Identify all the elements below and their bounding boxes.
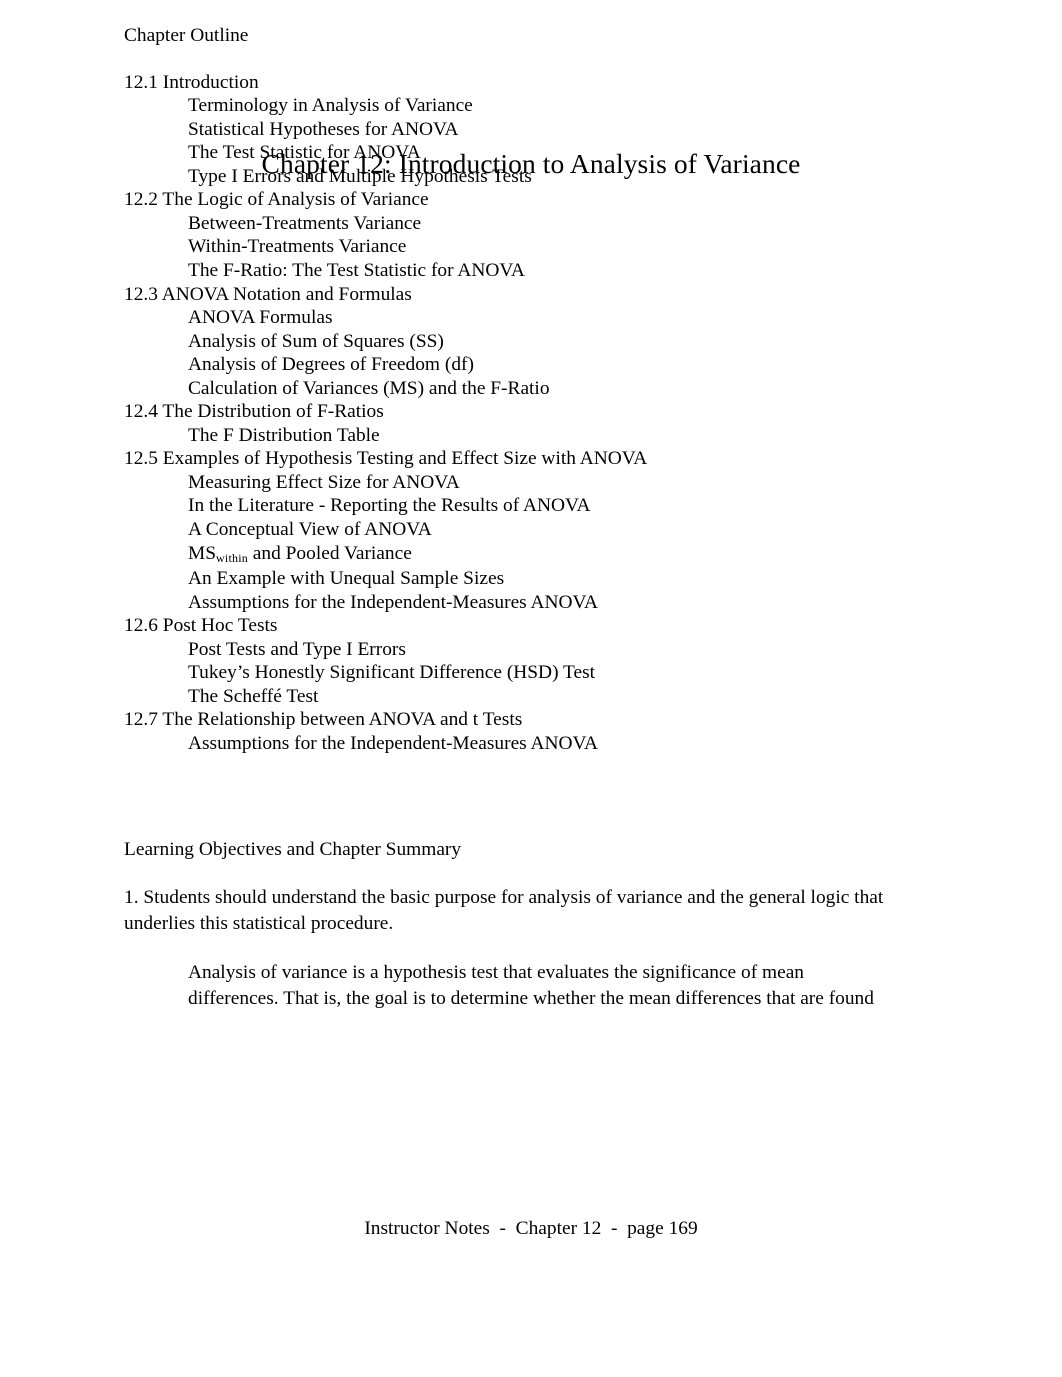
outline-item: Analysis of Sum of Squares (SS) bbox=[188, 330, 444, 352]
outline-item: An Example with Unequal Sample Sizes bbox=[188, 568, 505, 590]
outline-item: Between-Treatments Variance bbox=[188, 212, 422, 234]
outline-item: Terminology in Analysis of Variance bbox=[188, 95, 473, 117]
document-body: Chapter Outline 12.1 Introduction Termino… bbox=[124, 0, 938, 1011]
outline-item: Assumptions for the Independent-Measures… bbox=[188, 732, 599, 754]
outline-item: 12.1 Introduction bbox=[124, 71, 259, 93]
outline-item: 12.7 The Relationship between ANOVA and … bbox=[124, 709, 523, 731]
chapter-outline-list: 12.1 Introduction Terminology in Analysis… bbox=[124, 71, 938, 756]
outline-item: In the Literature - Reporting the Result… bbox=[188, 495, 591, 517]
outline-item: A Conceptual View of ANOVA bbox=[188, 519, 432, 541]
outline-item: ANOVA Formulas bbox=[188, 307, 333, 329]
outline-item: 12.3 ANOVA Notation and Formulas bbox=[124, 283, 412, 305]
objective-1-paragraph: 1. Students should understand the basic … bbox=[124, 887, 884, 934]
outline-item: Analysis of Degrees of Freedom (df) bbox=[188, 354, 474, 376]
outline-item: Measuring Effect Size for ANOVA bbox=[188, 471, 460, 493]
outline-item: Tukey’s Honestly Significant Difference … bbox=[188, 662, 596, 684]
chapter-outline-heading: Chapter Outline bbox=[124, 24, 249, 46]
outline-item: The Scheffé Test bbox=[188, 685, 319, 707]
outline-item: Calculation of Variances (MS) and the F-… bbox=[188, 377, 550, 399]
outline-item: Within-Treatments Variance bbox=[188, 236, 407, 258]
document-page: Chapter 12: Introduction to Analysis of … bbox=[0, 0, 1062, 1377]
outline-item: Statistical Hypotheses for ANOVA bbox=[188, 118, 459, 140]
learning-objectives-heading: Learning Objectives and Chapter Summary bbox=[124, 839, 462, 861]
outline-item: The F-Ratio: The Test Statistic for ANOV… bbox=[188, 260, 525, 282]
outline-item: Post Tests and Type I Errors bbox=[188, 638, 406, 660]
outline-item-subscript: within bbox=[216, 550, 248, 565]
outline-item: 12.4 The Distribution of F-Ratios bbox=[124, 401, 384, 423]
outline-item: The Test Statistic for ANOVA bbox=[188, 142, 421, 164]
outline-item: Type I Errors and Multiple Hypothesis Te… bbox=[188, 165, 532, 187]
outline-item: MSwithin and Pooled Variance bbox=[188, 542, 412, 565]
outline-item: 12.2 The Logic of Analysis of Variance bbox=[124, 189, 429, 211]
outline-item: Assumptions for the Independent-Measures… bbox=[188, 591, 599, 613]
outline-item: 12.5 Examples of Hypothesis Testing and … bbox=[124, 448, 648, 470]
outline-item: 12.6 Post Hoc Tests bbox=[124, 615, 278, 637]
objective-1-body-paragraph: Analysis of variance is a hypothesis tes… bbox=[188, 961, 874, 1009]
page-footer: Instructor Notes - Chapter 12 - page 169 bbox=[364, 1218, 698, 1239]
outline-item: The F Distribution Table bbox=[188, 424, 380, 446]
